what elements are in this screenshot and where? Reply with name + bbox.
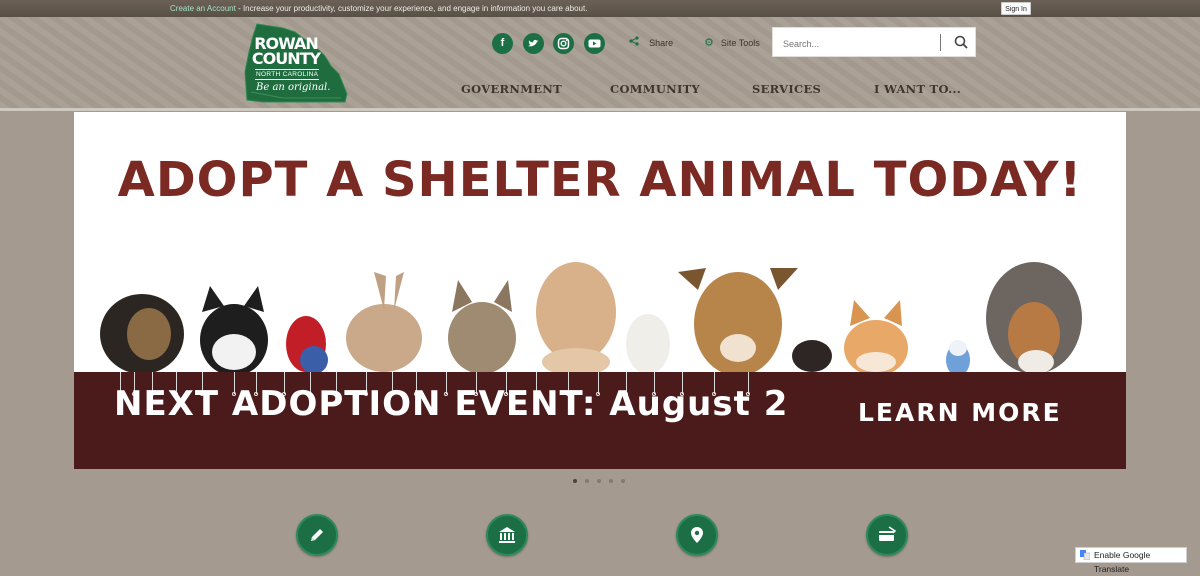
government-building-icon <box>499 527 515 543</box>
account-tagline: - Increase your productivity, customize … <box>235 4 588 13</box>
share-button[interactable]: Share <box>629 33 673 54</box>
learn-more-link[interactable]: LEARN MORE <box>858 398 1062 427</box>
account-bar: Create an Account - Increase your produc… <box>0 0 1200 17</box>
nav-services[interactable]: SERVICES <box>752 82 821 96</box>
payment-card-icon <box>879 526 897 541</box>
gear-icon: ⚙ <box>704 37 714 49</box>
pencil-icon <box>311 529 323 541</box>
share-icon <box>629 36 642 49</box>
carousel-dot-2[interactable] <box>585 479 589 483</box>
google-translate-label: Enable Google Translate <box>1094 550 1151 574</box>
nav-government[interactable]: GOVERNMENT <box>461 82 562 96</box>
carousel-dot-5[interactable] <box>621 479 625 483</box>
account-message: Create an Account - Increase your produc… <box>170 0 587 17</box>
nav-i-want-to[interactable]: I WANT TO... <box>874 82 961 96</box>
twitter-icon[interactable] <box>523 33 544 54</box>
instagram-icon[interactable] <box>553 33 574 54</box>
carousel-dot-4[interactable] <box>609 479 613 483</box>
site-tools-label: Site Tools <box>720 38 760 48</box>
carousel-dot-3[interactable] <box>597 479 601 483</box>
youtube-play-icon <box>588 39 601 48</box>
search-box <box>772 27 976 57</box>
logo-county: COUNTY <box>251 49 321 68</box>
search-icon <box>954 35 968 49</box>
logo-state: NORTH CAROLINA <box>255 69 320 80</box>
quick-link-government[interactable] <box>486 514 528 556</box>
instagram-camera-icon <box>557 37 570 50</box>
create-account-link[interactable]: Create an Account <box>170 4 236 13</box>
twitter-bird-icon <box>528 39 539 47</box>
logo-slogan: Be an original. <box>256 82 331 93</box>
sign-in-button[interactable]: Sign In <box>1001 2 1031 15</box>
share-label: Share <box>649 38 674 48</box>
site-tools-button[interactable]: ⚙ Site Tools <box>704 33 760 54</box>
rowan-county-logo[interactable]: ROWAN COUNTY NORTH CAROLINA Be an origin… <box>243 22 349 104</box>
search-input[interactable] <box>781 34 940 53</box>
facebook-icon[interactable]: f <box>492 33 513 54</box>
shelter-animals-photo <box>100 262 1082 374</box>
carousel-dot-1[interactable] <box>573 479 577 483</box>
hero-banner[interactable]: ADOPT A SHELTER ANIMAL TODAY! NEXT ADOPT… <box>74 112 1126 469</box>
quick-link-pencil[interactable] <box>296 514 338 556</box>
search-button[interactable] <box>950 31 972 53</box>
search-divider <box>940 34 941 51</box>
google-translate-button[interactable]: Enable Google Translate <box>1075 547 1187 574</box>
map-pin-icon <box>691 527 703 543</box>
quick-link-location[interactable] <box>676 514 718 556</box>
google-translate-icon <box>1080 550 1090 560</box>
nav-community[interactable]: COMMUNITY <box>610 82 700 96</box>
header-divider <box>0 108 1200 111</box>
youtube-icon[interactable] <box>584 33 605 54</box>
site-header <box>0 17 1200 108</box>
quick-link-payments[interactable] <box>866 514 908 556</box>
adoption-event-text: NEXT ADOPTION EVENT: August 2 <box>114 384 789 424</box>
